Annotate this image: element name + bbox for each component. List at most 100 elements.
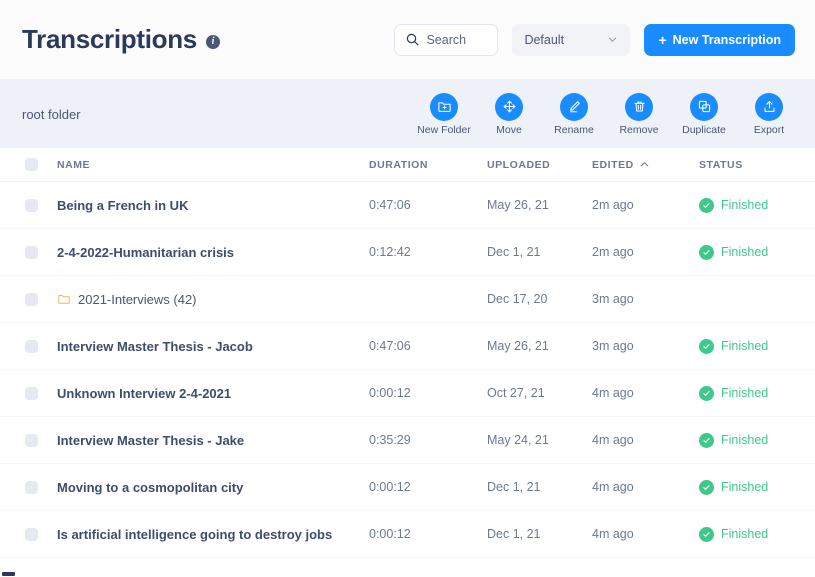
new-folder-button[interactable]: New Folder — [416, 92, 472, 136]
item-name-label: Moving to a cosmopolitan city — [57, 479, 244, 495]
cell-status: Finished — [699, 244, 815, 260]
table-row[interactable]: 2-4-2022-Humanitarian crisis 0:12:42 Dec 1… — [0, 229, 815, 276]
row-checkbox[interactable] — [25, 386, 38, 400]
cell-edited: 4m ago — [592, 433, 634, 447]
select-all-checkbox[interactable] — [25, 158, 38, 171]
column-header-duration[interactable]: DURATION — [369, 159, 487, 171]
cell-status: Finished — [699, 385, 815, 401]
copy-icon — [698, 100, 710, 113]
folder-icon — [58, 295, 70, 304]
item-name[interactable]: Is artificial intelligence going to dest… — [57, 527, 369, 542]
row-checkbox[interactable] — [25, 245, 38, 259]
pencil-icon — [569, 101, 580, 113]
info-icon[interactable]: i — [205, 35, 220, 49]
item-name[interactable]: 2021-Interviews (42) — [57, 292, 369, 307]
item-name[interactable]: 2-4-2022-Humanitarian crisis — [57, 245, 369, 260]
cell-uploaded: May 26, 21 — [487, 198, 549, 212]
filter-select[interactable]: Default — [512, 23, 631, 56]
item-name[interactable]: Unknown Interview 2-4-2021 — [57, 386, 369, 401]
folder-toolbar: root folder New Folder Move Rename Remov… — [0, 80, 815, 148]
page-header: Transcriptions i Default + New Transcrip… — [0, 0, 815, 80]
item-name-label: Being a French in UK — [57, 197, 189, 213]
check-circle-icon — [699, 479, 714, 495]
row-checkbox[interactable] — [25, 198, 38, 212]
row-checkbox[interactable] — [25, 292, 38, 306]
cell-name: Moving to a cosmopolitan city — [57, 480, 369, 495]
table-row[interactable]: Interview Master Thesis - Jake 0:35:29 May… — [0, 417, 815, 464]
new-transcription-button[interactable]: + New Transcription — [644, 23, 795, 56]
move-label: Move — [496, 123, 522, 136]
row-checkbox[interactable] — [25, 433, 38, 447]
cell-name: Is artificial intelligence going to dest… — [57, 527, 369, 542]
rename-button[interactable]: Rename — [546, 92, 602, 136]
new-folder-label: New Folder — [417, 123, 471, 136]
transcriptions-table: NAME DURATION UPLOADED EDITED STATUS Bei… — [0, 148, 815, 558]
horizontal-scrollbar[interactable] — [2, 572, 15, 576]
cell-duration: 0:47:06 — [369, 339, 411, 353]
cell-duration: 0:00:12 — [369, 527, 411, 541]
column-header-name[interactable]: NAME — [57, 159, 369, 171]
header-controls: Default + New Transcription — [394, 23, 795, 56]
cell-edited: 4m ago — [592, 527, 634, 541]
item-name[interactable]: Interview Master Thesis - Jacob — [57, 339, 369, 354]
column-header-edited[interactable]: EDITED — [592, 159, 699, 171]
table-row[interactable]: Being a French in UK 0:47:06 May 26, 21 2m … — [0, 182, 815, 229]
breadcrumb[interactable]: root folder — [22, 107, 81, 122]
item-name[interactable]: Being a French in UK — [57, 198, 369, 213]
plus-icon: + — [658, 31, 667, 48]
move-button[interactable]: Move — [481, 92, 537, 136]
cell-edited: 2m ago — [592, 198, 634, 212]
export-button[interactable]: Export — [741, 92, 797, 136]
search-input[interactable] — [426, 32, 487, 47]
row-checkbox[interactable] — [25, 339, 38, 353]
cell-duration: 0:00:12 — [369, 386, 411, 400]
row-checkbox[interactable] — [25, 480, 38, 494]
filter-select-value: Default — [524, 32, 565, 47]
duplicate-label: Duplicate — [682, 123, 726, 136]
cell-uploaded: Dec 1, 21 — [487, 245, 541, 259]
search-icon — [407, 33, 419, 46]
cell-status: Finished — [699, 432, 815, 448]
new-transcription-label: New Transcription — [672, 32, 781, 47]
cell-uploaded: Oct 27, 21 — [487, 386, 545, 400]
item-name[interactable]: Moving to a cosmopolitan city — [57, 480, 369, 495]
cell-status: Finished — [699, 338, 815, 354]
item-name[interactable]: Interview Master Thesis - Jake — [57, 433, 369, 448]
duplicate-button[interactable]: Duplicate — [676, 92, 732, 136]
new-folder-circle — [430, 92, 458, 121]
row-select-cell — [0, 386, 57, 400]
chevron-down-icon — [609, 37, 617, 42]
row-select-cell — [0, 292, 57, 306]
cell-uploaded: May 24, 21 — [487, 433, 549, 447]
rename-label: Rename — [554, 123, 594, 136]
table-row[interactable]: Is artificial intelligence going to dest… — [0, 511, 815, 558]
table-row[interactable]: Interview Master Thesis - Jacob 0:47:06 Ma… — [0, 323, 815, 370]
cell-edited: 4m ago — [592, 480, 634, 494]
remove-circle — [625, 92, 653, 121]
cell-duration: 0:12:42 — [369, 245, 411, 259]
row-checkbox[interactable] — [25, 527, 38, 541]
status-label: Finished — [721, 386, 769, 400]
table-row[interactable]: Moving to a cosmopolitan city 0:00:12 Dec … — [0, 464, 815, 511]
item-name-label: Interview Master Thesis - Jake — [57, 432, 245, 448]
remove-button[interactable]: Remove — [611, 92, 667, 136]
table-row[interactable]: Unknown Interview 2-4-2021 0:00:12 Oct 27,… — [0, 370, 815, 417]
check-circle-icon — [699, 385, 714, 401]
check-circle-icon — [699, 338, 714, 354]
select-all-cell — [0, 158, 57, 171]
row-select-cell — [0, 433, 57, 447]
column-header-status[interactable]: STATUS — [699, 159, 815, 171]
chevron-up-icon — [640, 162, 649, 167]
status-badge: Finished — [699, 432, 815, 448]
status-badge: Finished — [699, 338, 815, 354]
row-select-cell — [0, 527, 57, 541]
search-box[interactable] — [394, 23, 499, 56]
cell-status: Finished — [699, 479, 815, 495]
check-circle-icon — [699, 197, 714, 213]
table-row[interactable]: 2021-Interviews (42) Dec 17, 20 3m ago — [0, 276, 815, 323]
folder-plus-icon — [437, 102, 451, 112]
cell-name: 2-4-2022-Humanitarian crisis — [57, 245, 369, 260]
column-header-edited-label: EDITED — [592, 158, 634, 171]
status-badge: Finished — [699, 244, 815, 260]
column-header-uploaded[interactable]: UPLOADED — [487, 159, 592, 171]
